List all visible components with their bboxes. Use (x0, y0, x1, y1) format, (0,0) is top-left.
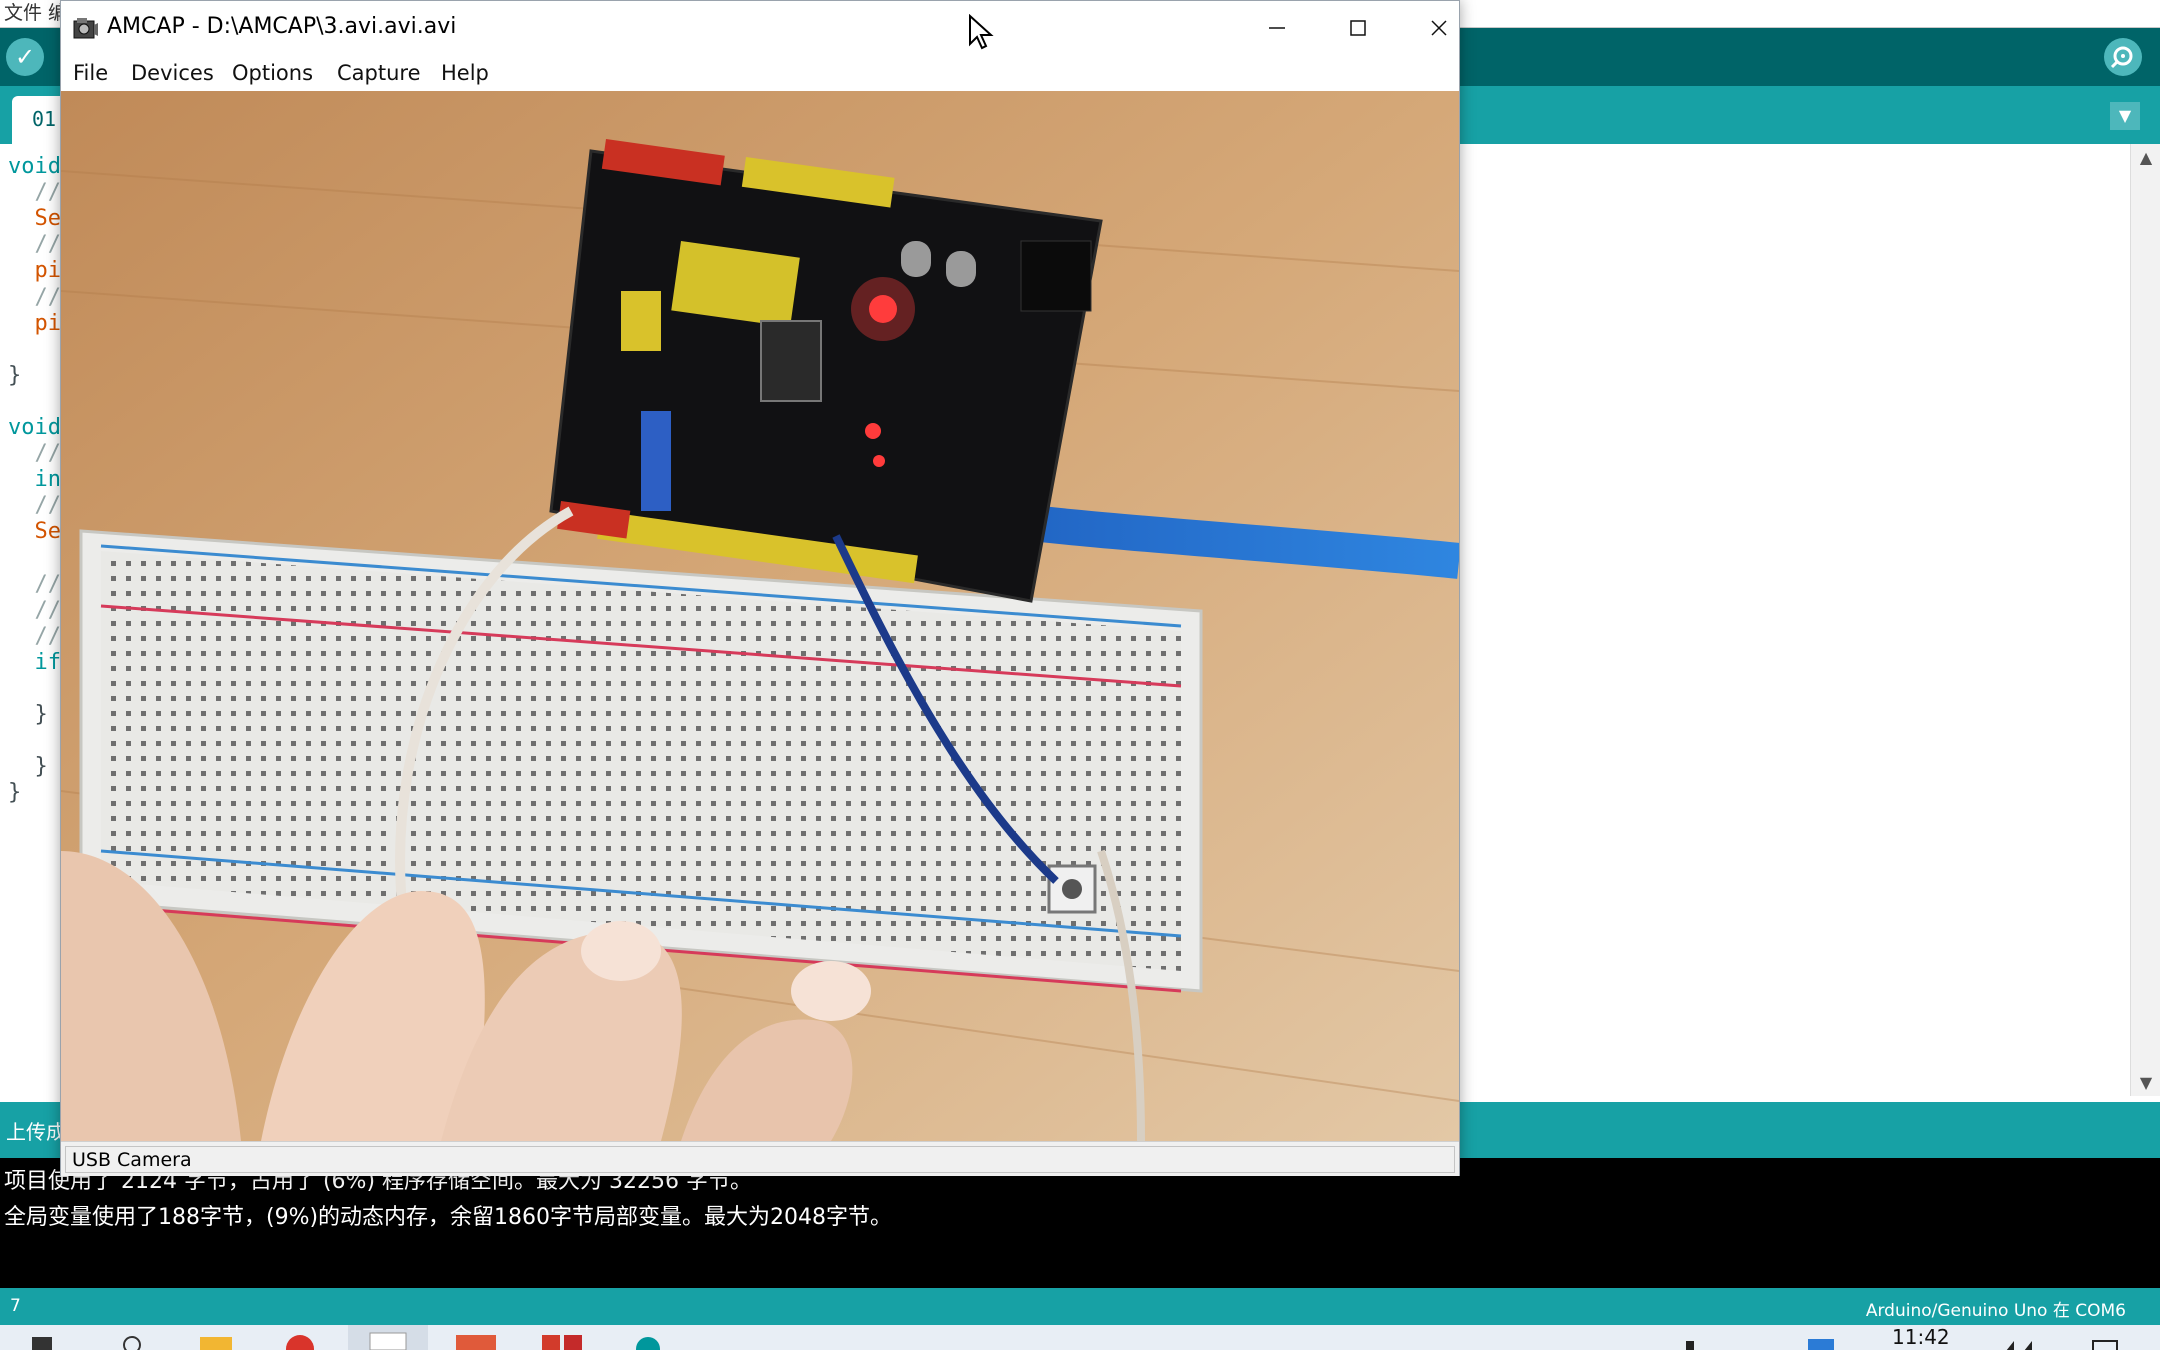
camera-frame-image (61, 91, 1459, 1141)
ide-footer: 7 Arduino/Genuino Uno 在 COM6 (0, 1288, 2160, 1325)
taskbar-clock[interactable]: 11:42 (1892, 1325, 1950, 1349)
device-status: USB Camera (65, 1146, 1455, 1173)
start-icon[interactable] (30, 1329, 54, 1350)
scroll-down-icon[interactable]: ▼ (2131, 1073, 2160, 1092)
code-line: // (8, 571, 61, 597)
network-icon[interactable] (1806, 1329, 1836, 1350)
arduino-taskbar-icon[interactable] (630, 1329, 666, 1350)
magnifier-icon (2110, 46, 2133, 69)
checkmark-icon: ✓ (14, 43, 36, 71)
code-line: void (8, 154, 61, 179)
code-line: pi (8, 258, 61, 284)
taskbar: 11:42 (0, 1325, 2160, 1350)
app-red-icon[interactable] (454, 1329, 498, 1350)
code-line: // (8, 180, 61, 206)
code-line: // (8, 284, 61, 310)
menu-help[interactable]: Help (441, 61, 489, 85)
search-icon[interactable] (120, 1329, 144, 1350)
code-line: // (8, 232, 61, 258)
code-line: // (8, 493, 61, 519)
ide-menu-file[interactable]: 文件 编 (4, 2, 67, 24)
amcap-title: AMCAP - D:\AMCAP\3.avi.avi.avi (107, 14, 457, 39)
line-number: 7 (10, 1296, 21, 1316)
app-office-icon[interactable] (540, 1329, 584, 1350)
amcap-statusbar: USB Camera (61, 1141, 1459, 1176)
ide-console: 项目使用了 2124 字节，占用了 (6%) 程序存储空间。最大为 32256 … (0, 1158, 2160, 1288)
code-line: in (8, 467, 61, 493)
scroll-up-icon[interactable]: ▲ (2131, 148, 2160, 167)
tab-menu-button[interactable]: ▼ (2110, 102, 2140, 130)
verify-button[interactable]: ✓ (6, 38, 44, 76)
code-line: // (8, 597, 61, 623)
sketch-tab-label: 01 (32, 107, 57, 131)
amcap-menubar: File Devices Options Capture Help (61, 55, 1459, 91)
triangle-down-icon: ▼ (2118, 106, 2132, 125)
minimize-button[interactable] (1237, 1, 1317, 55)
mouse-cursor-icon (969, 14, 994, 50)
file-explorer-icon[interactable] (198, 1329, 234, 1350)
close-button[interactable] (1399, 1, 1479, 55)
amcap-taskbar-icon[interactable] (348, 1325, 428, 1350)
code-line: // (8, 623, 61, 649)
console-line: 全局变量使用了188字节，(9%)的动态内存，余留1860字节局部变量。最大为2… (4, 1205, 893, 1230)
browser-icon[interactable] (282, 1329, 318, 1350)
upload-status-text: 上传成 (6, 1120, 66, 1144)
code-line: } (8, 362, 22, 388)
camera-app-icon (73, 18, 98, 39)
code-line: pi (8, 310, 61, 336)
notification-icon[interactable] (2090, 1329, 2120, 1350)
maximize-button[interactable] (1318, 1, 1398, 55)
code-line: } (8, 754, 48, 780)
camera-preview (61, 91, 1459, 1141)
serial-monitor-button[interactable] (2104, 38, 2142, 76)
menu-options[interactable]: Options (232, 61, 313, 85)
code-line: } (8, 780, 22, 806)
code-line: Se (8, 206, 61, 232)
menu-capture[interactable]: Capture (337, 61, 421, 85)
maximize-icon (1350, 20, 1366, 36)
board-port-label: Arduino/Genuino Uno 在 COM6 (1865, 1301, 2126, 1321)
code-line: // (8, 441, 61, 467)
minimize-icon (1269, 27, 1285, 29)
code-line: Se (8, 519, 61, 545)
tray-icon[interactable] (1680, 1329, 1700, 1350)
editor-scrollbar[interactable]: ▲ ▼ (2130, 144, 2160, 1096)
menu-devices[interactable]: Devices (131, 61, 214, 85)
menu-file[interactable]: File (73, 61, 108, 85)
close-icon (1431, 20, 1447, 36)
amcap-window[interactable]: AMCAP - D:\AMCAP\3.avi.avi.avi File Devi… (60, 0, 1460, 1176)
code-line: if (8, 649, 61, 675)
amcap-titlebar[interactable]: AMCAP - D:\AMCAP\3.avi.avi.avi (61, 1, 1459, 55)
volume-icon[interactable] (2000, 1329, 2040, 1350)
code-line: void (8, 415, 61, 440)
